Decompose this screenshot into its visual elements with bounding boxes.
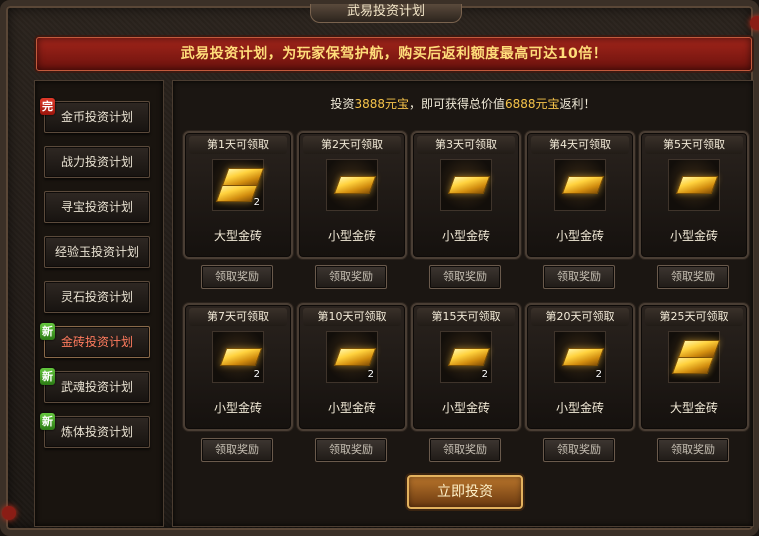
reward-card: 第3天可领取 小型金砖 [411,131,521,259]
claim-reward-button[interactable]: 领取奖励 [657,265,729,289]
sidebar-item-martial-soul-plan[interactable]: 武魂投资计划 [44,371,150,403]
reward-day-label: 第7天可领取 [189,308,287,326]
reward-card: 第7天可领取 2 小型金砖 [183,303,293,431]
item-name: 大型金砖 [213,229,262,243]
invest-middle: ，即可获得总价值 [408,97,505,111]
claim-reward-button[interactable]: 领取奖励 [429,265,501,289]
invest-summary: 投资3888元宝，即可获得总价值6888元宝返利！ [173,95,753,112]
item-quantity: 2 [595,369,602,380]
small-gold-brick-icon[interactable]: 2 [212,331,264,383]
sidebar-item-spirit-stone-plan[interactable]: 灵石投资计划 [44,281,150,313]
reward-card: 第25天可领取 大型金砖 [639,303,749,431]
large-gold-brick-icon[interactable]: 2 [212,159,265,211]
reward-day-label: 第25天可领取 [645,308,743,326]
corner-ornament [750,16,759,30]
sidebar-item-label: 武魂投资计划 [60,380,133,394]
reward-day-label: 第20天可领取 [531,308,629,326]
corner-ornament [2,506,16,520]
new-badge: 新 [40,323,55,340]
item-name: 小型金砖 [555,401,604,415]
invest-prefix: 投资 [330,97,355,111]
sidebar-item-gold-brick-plan[interactable]: 金砖投资计划 [44,326,150,358]
window-title: 武易投资计划 [310,4,462,23]
reward-day-label: 第2天可领取 [303,136,401,154]
small-gold-brick-icon[interactable]: 2 [554,331,606,383]
sidebar-item-label: 寻宝投资计划 [60,200,133,214]
sidebar-item-exp-jade-plan[interactable]: 经验玉投资计划 [44,236,150,268]
sidebar-item-label: 金砖投资计划 [60,335,133,349]
item-name: 大型金砖 [669,401,718,415]
investment-window: 武易投资计划 武易投资计划，为玩家保驾护航，购买后返利额度最高可达10倍！ 金币… [0,0,759,536]
item-name: 小型金砖 [441,401,490,415]
reward-panel: 投资3888元宝，即可获得总价值6888元宝返利！ 第1天可领取 2 大型金砖 … [172,80,754,527]
new-badge: 新 [40,368,55,385]
reward-day-label: 第4天可领取 [531,136,629,154]
small-gold-brick-icon[interactable]: 2 [440,331,492,383]
reward-day-label: 第5天可领取 [645,136,743,154]
reward-card: 第10天可领取 2 小型金砖 [297,303,407,431]
item-name: 小型金砖 [327,229,376,243]
claim-reward-button[interactable]: 领取奖励 [201,265,273,289]
reward-card: 第4天可领取 小型金砖 [525,131,635,259]
claim-reward-button[interactable]: 领取奖励 [315,438,387,462]
reward-card: 第20天可领取 2 小型金砖 [525,303,635,431]
small-gold-brick-icon[interactable] [554,159,606,211]
reward-day-label: 第15天可领取 [417,308,515,326]
item-quantity: 2 [253,369,260,380]
sidebar-item-label: 灵石投资计划 [60,290,133,304]
reward-card: 第5天可领取 小型金砖 [639,131,749,259]
reward-card: 第15天可领取 2 小型金砖 [411,303,521,431]
sidebar-item-label: 经验玉投资计划 [54,245,139,259]
claim-reward-button[interactable]: 领取奖励 [315,265,387,289]
item-quantity: 2 [253,197,260,208]
claim-reward-button[interactable]: 领取奖励 [201,438,273,462]
item-name: 小型金砖 [555,229,604,243]
small-gold-brick-icon[interactable] [440,159,492,211]
sidebar-item-body-refining-plan[interactable]: 炼体投资计划 [44,416,150,448]
completed-badge: 完 [40,98,55,115]
item-quantity: 2 [367,369,374,380]
reward-day-label: 第3天可领取 [417,136,515,154]
claim-reward-button[interactable]: 领取奖励 [543,265,615,289]
item-quantity: 2 [481,369,488,380]
reward-day-label: 第1天可领取 [189,136,287,154]
reward-day-label: 第10天可领取 [303,308,401,326]
claim-reward-button[interactable]: 领取奖励 [657,438,729,462]
sidebar-item-label: 炼体投资计划 [60,425,133,439]
invest-total: 6888元宝 [505,97,560,111]
reward-card: 第2天可领取 小型金砖 [297,131,407,259]
sidebar-item-power-plan[interactable]: 战力投资计划 [44,146,150,178]
sidebar-item-gold-coin-plan[interactable]: 金币投资计划 [44,101,150,133]
sidebar-item-treasure-plan[interactable]: 寻宝投资计划 [44,191,150,223]
item-name: 小型金砖 [441,229,490,243]
sidebar-item-label: 战力投资计划 [60,155,133,169]
invest-suffix: 返利！ [559,97,596,111]
plan-sidebar: 金币投资计划 战力投资计划 寻宝投资计划 经验玉投资计划 灵石投资计划 金砖投资… [34,80,164,527]
item-name: 小型金砖 [327,401,376,415]
sidebar-item-label: 金币投资计划 [60,110,133,124]
large-gold-brick-icon[interactable] [668,331,721,383]
small-gold-brick-icon[interactable]: 2 [326,331,378,383]
item-name: 小型金砖 [669,229,718,243]
reward-card: 第1天可领取 2 大型金砖 [183,131,293,259]
invest-amount: 3888元宝 [354,97,409,111]
new-badge: 新 [40,413,55,430]
invest-now-button[interactable]: 立即投资 [407,475,523,509]
promo-banner: 武易投资计划，为玩家保驾护航，购买后返利额度最高可达10倍！ [36,37,752,71]
claim-reward-button[interactable]: 领取奖励 [543,438,615,462]
small-gold-brick-icon[interactable] [668,159,720,211]
item-name: 小型金砖 [213,401,262,415]
small-gold-brick-icon[interactable] [326,159,378,211]
claim-reward-button[interactable]: 领取奖励 [429,438,501,462]
